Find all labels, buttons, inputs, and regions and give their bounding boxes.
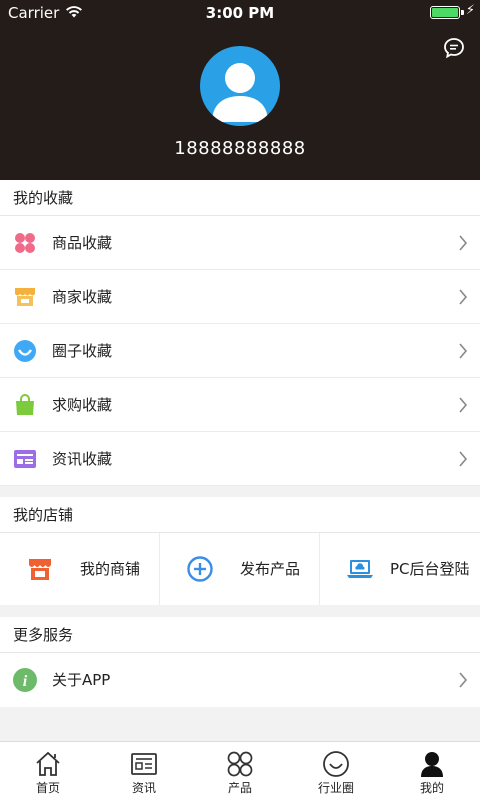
- favorite-goods-row[interactable]: 商品收藏: [0, 216, 480, 270]
- tab-products[interactable]: 产品: [192, 742, 288, 800]
- pc-backend-login-label: PC后台登陆: [390, 560, 470, 578]
- chevron-right-icon: [459, 289, 468, 305]
- grid-petals-icon: [227, 751, 253, 777]
- clock: 3:00 PM: [205, 4, 275, 22]
- favorite-purchase-row[interactable]: 求购收藏: [0, 378, 480, 432]
- status-bar: Carrier 3:00 PM ⚡: [0, 0, 480, 26]
- shop-actions: 我的商铺 发布产品 PC后台登陆: [0, 533, 480, 605]
- svg-text:i: i: [23, 673, 28, 690]
- tab-label: 产品: [227, 781, 252, 795]
- chevron-right-icon: [459, 397, 468, 413]
- chevron-right-icon: [459, 451, 468, 467]
- shopping-bag-icon: [16, 394, 34, 415]
- favorites-section-title: 我的收藏: [0, 180, 480, 216]
- store-icon: [15, 288, 35, 306]
- profile-header: Carrier 3:00 PM ⚡ 18888888888: [0, 0, 480, 180]
- chevron-right-icon: [459, 343, 468, 359]
- smile-icon: [323, 751, 349, 777]
- row-label: 商家收藏: [52, 288, 113, 306]
- favorite-merchants-row[interactable]: 商家收藏: [0, 270, 480, 324]
- user-phone: 18888888888: [174, 138, 306, 159]
- tab-label: 资讯: [131, 781, 156, 795]
- row-label: 关于APP: [52, 671, 111, 689]
- row-label: 求购收藏: [52, 396, 113, 414]
- plus-circle-icon: [187, 556, 213, 582]
- info-icon: i: [13, 668, 37, 692]
- bottom-tab-bar: 首页 资讯 产品 行业圈 我的: [0, 741, 480, 800]
- battery-tip: [461, 10, 464, 15]
- tab-mine[interactable]: 我的: [384, 742, 480, 800]
- row-label: 资讯收藏: [52, 450, 113, 468]
- tab-news[interactable]: 资讯: [96, 742, 192, 800]
- my-shop-button[interactable]: 我的商铺: [0, 533, 160, 605]
- news-icon: [131, 753, 157, 775]
- charging-bolt-icon: ⚡: [465, 3, 475, 18]
- circle-smile-icon: [14, 340, 36, 362]
- tab-label: 我的: [419, 781, 444, 795]
- my-shop-label: 我的商铺: [80, 560, 141, 578]
- pc-backend-login-button[interactable]: PC后台登陆: [320, 533, 480, 605]
- about-app-row[interactable]: i 关于APP: [0, 653, 480, 707]
- row-label: 商品收藏: [52, 234, 113, 252]
- favorite-news-row[interactable]: 资讯收藏: [0, 432, 480, 486]
- avatar[interactable]: [200, 46, 280, 126]
- tab-industry-circle[interactable]: 行业圈: [288, 742, 384, 800]
- shop-awning-icon: [29, 559, 51, 580]
- shop-section-title: 我的店铺: [0, 497, 480, 533]
- more-section-title: 更多服务: [0, 617, 480, 653]
- chevron-right-icon: [459, 235, 468, 251]
- tab-label: 行业圈: [317, 781, 354, 795]
- favorite-circles-row[interactable]: 圈子收藏: [0, 324, 480, 378]
- flower-icon: [15, 233, 35, 253]
- tab-label: 首页: [35, 781, 60, 795]
- news-card-icon: [14, 450, 36, 468]
- message-icon[interactable]: [442, 36, 466, 60]
- tab-home[interactable]: 首页: [0, 742, 96, 800]
- person-icon: [421, 752, 443, 777]
- chevron-right-icon: [459, 672, 468, 688]
- battery-icon: [430, 6, 460, 19]
- home-icon: [36, 751, 60, 776]
- publish-product-label: 发布产品: [240, 560, 301, 578]
- laptop-cloud-icon: [347, 560, 373, 578]
- row-label: 圈子收藏: [52, 342, 113, 360]
- publish-product-button[interactable]: 发布产品: [160, 533, 320, 605]
- avatar-person-icon: [212, 63, 268, 122]
